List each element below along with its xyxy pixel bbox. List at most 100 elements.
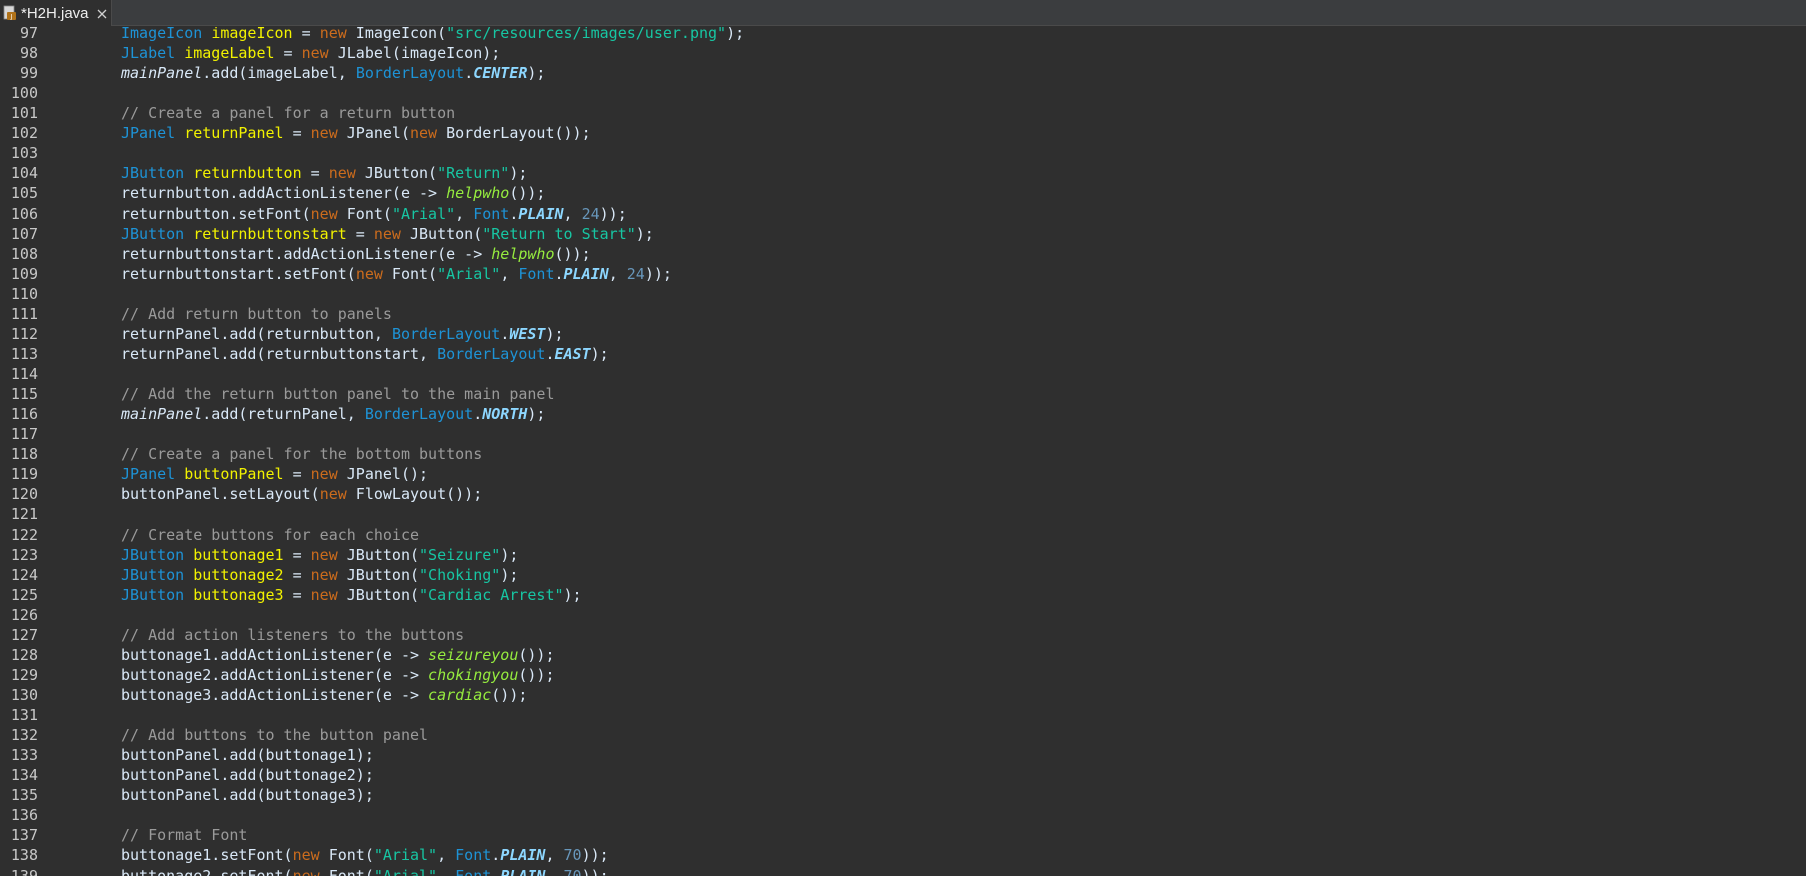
code-text: buttonage1.setFont(new Font("Arial", Fon…	[121, 845, 609, 865]
line-number: 119	[10, 465, 38, 484]
code-token: ());	[509, 184, 546, 203]
code-token: .	[554, 264, 564, 283]
code-line[interactable]: 108 returnbuttonstart.addActionListener(e…	[0, 244, 1806, 264]
code-line[interactable]: 130 buttonage3.addActionListener(e -> car…	[0, 685, 1806, 705]
code-token: Font	[455, 846, 492, 865]
code-token: returnbutton	[193, 164, 302, 183]
code-text: buttonage1.addActionListener(e -> seizur…	[121, 645, 554, 665]
code-token: buttonPanel.add(buttonage2);	[121, 766, 374, 785]
code-token: "Arial"	[373, 866, 438, 876]
code-line[interactable]: 102 JPanel returnPanel = new JPanel(new B…	[0, 123, 1806, 143]
code-text: buttonage3.addActionListener(e -> cardia…	[121, 685, 527, 705]
code-line[interactable]: 120 buttonPanel.setLayout(new FlowLayout(…	[0, 484, 1806, 504]
code-token: );	[527, 64, 546, 83]
code-line[interactable]: 117	[0, 424, 1806, 444]
code-text: returnbuttonstart.addActionListener(e ->…	[121, 244, 591, 264]
code-line[interactable]: 127 // Add action listeners to the button…	[0, 625, 1806, 645]
code-line[interactable]: 114	[0, 364, 1806, 384]
code-line[interactable]: 131	[0, 705, 1806, 725]
code-line[interactable]: 109 returnbuttonstart.setFont(new Font("A…	[0, 264, 1806, 284]
code-token: JButton	[121, 545, 185, 564]
code-line[interactable]: 99 mainPanel.add(imageLabel, BorderLayout…	[0, 63, 1806, 83]
code-line[interactable]: 101 // Create a panel for a return button	[0, 103, 1806, 123]
code-line[interactable]: 105 returnbutton.addActionListener(e -> h…	[0, 183, 1806, 203]
line-number: 98	[19, 44, 38, 63]
code-text: // Format Font	[121, 825, 247, 845]
code-line[interactable]: 129 buttonage2.addActionListener(e -> cho…	[0, 665, 1806, 685]
code-line[interactable]: 112 returnPanel.add(returnbutton, BorderL…	[0, 324, 1806, 344]
line-number: 132	[10, 726, 38, 745]
code-token: =	[283, 465, 311, 484]
code-line[interactable]: 103	[0, 143, 1806, 163]
code-line[interactable]: 119 JPanel buttonPanel = new JPanel();	[0, 464, 1806, 484]
code-line[interactable]: 100	[0, 83, 1806, 103]
code-token: returnPanel.add(returnbuttonstart,	[121, 344, 438, 363]
editor-tab-bar: J *H2H.java	[0, 0, 1806, 26]
code-line[interactable]: 115 // Add the return button panel to the…	[0, 384, 1806, 404]
line-number: 116	[10, 405, 38, 424]
code-line[interactable]: 122 // Create buttons for each choice	[0, 525, 1806, 545]
code-token: new	[310, 204, 338, 223]
code-line[interactable]: 134 buttonPanel.add(buttonage2);	[0, 765, 1806, 785]
code-line[interactable]: 133 buttonPanel.add(buttonage1);	[0, 745, 1806, 765]
code-token: BorderLayout	[437, 344, 546, 363]
code-line[interactable]: 116 mainPanel.add(returnPanel, BorderLayo…	[0, 404, 1806, 424]
code-token: WEST	[509, 324, 546, 343]
code-line[interactable]: 97 ImageIcon imageIcon = new ImageIcon("s…	[0, 27, 1806, 43]
code-text: mainPanel.add(returnPanel, BorderLayout.…	[121, 404, 545, 424]
code-token: // Add return button to panels	[121, 304, 392, 323]
code-token: "Return"	[437, 164, 510, 183]
code-token: JPanel();	[337, 465, 429, 484]
line-number: 118	[10, 445, 38, 464]
code-text: JButton returnbutton = new JButton("Retu…	[121, 163, 527, 183]
code-text: returnbuttonstart.setFont(new Font("Aria…	[121, 264, 672, 284]
code-line[interactable]: 113 returnPanel.add(returnbuttonstart, Bo…	[0, 344, 1806, 364]
code-token: JPanel	[121, 124, 176, 143]
code-text: buttonPanel.add(buttonage3);	[121, 785, 374, 805]
code-token: ());	[518, 665, 555, 684]
code-line[interactable]: 111 // Add return button to panels	[0, 304, 1806, 324]
code-line[interactable]: 139 buttonage2.setFont(new Font("Arial", …	[0, 866, 1806, 876]
code-line[interactable]: 124 JButton buttonage2 = new JButton("Cho…	[0, 565, 1806, 585]
code-line[interactable]: 123 JButton buttonage1 = new JButton("Sei…	[0, 545, 1806, 565]
code-token: BorderLayout	[355, 64, 465, 83]
code-editor[interactable]: 97 ImageIcon imageIcon = new ImageIcon("s…	[0, 27, 1806, 876]
code-token: BorderLayout());	[437, 124, 591, 143]
code-line[interactable]: 121	[0, 504, 1806, 524]
line-number: 135	[10, 786, 38, 805]
line-number: 113	[10, 344, 38, 363]
code-token: "Arial"	[391, 204, 456, 223]
code-token: new	[355, 264, 383, 283]
code-token: PLAIN	[500, 866, 546, 876]
code-line[interactable]: 126	[0, 605, 1806, 625]
line-number: 130	[10, 685, 38, 704]
code-token: .	[491, 846, 501, 865]
tab-title: *H2H.java	[21, 4, 89, 22]
code-line[interactable]: 137 // Format Font	[0, 825, 1806, 845]
code-line[interactable]: 98 JLabel imageLabel = new JLabel(imageIc…	[0, 43, 1806, 63]
code-line[interactable]: 110	[0, 284, 1806, 304]
code-line[interactable]: 106 returnbutton.setFont(new Font("Arial"…	[0, 204, 1806, 224]
line-number: 103	[10, 144, 38, 163]
code-token: // Format Font	[121, 826, 248, 845]
code-line[interactable]: 132 // Add buttons to the button panel	[0, 725, 1806, 745]
code-token: new	[328, 164, 356, 183]
code-line[interactable]: 135 buttonPanel.add(buttonage3);	[0, 785, 1806, 805]
code-token: Font(	[382, 264, 438, 283]
code-token: new	[319, 27, 347, 42]
code-line[interactable]: 136	[0, 805, 1806, 825]
code-line[interactable]: 128 buttonage1.addActionListener(e -> sei…	[0, 645, 1806, 665]
code-token: );	[500, 565, 519, 584]
code-text: ImageIcon imageIcon = new ImageIcon("src…	[121, 27, 744, 43]
code-token: ());	[554, 244, 591, 263]
close-icon[interactable]	[96, 7, 108, 19]
tab-h2h-java[interactable]: J *H2H.java	[0, 0, 112, 26]
code-token: seizureyou	[428, 645, 519, 664]
code-token: buttonage1	[193, 545, 284, 564]
code-line[interactable]: 104 JButton returnbutton = new JButton("R…	[0, 163, 1806, 183]
code-line[interactable]: 107 JButton returnbuttonstart = new JButt…	[0, 224, 1806, 244]
code-line[interactable]: 125 JButton buttonage3 = new JButton("Car…	[0, 585, 1806, 605]
code-line[interactable]: 138 buttonage1.setFont(new Font("Arial", …	[0, 845, 1806, 865]
code-line[interactable]: 118 // Create a panel for the bottom butt…	[0, 444, 1806, 464]
